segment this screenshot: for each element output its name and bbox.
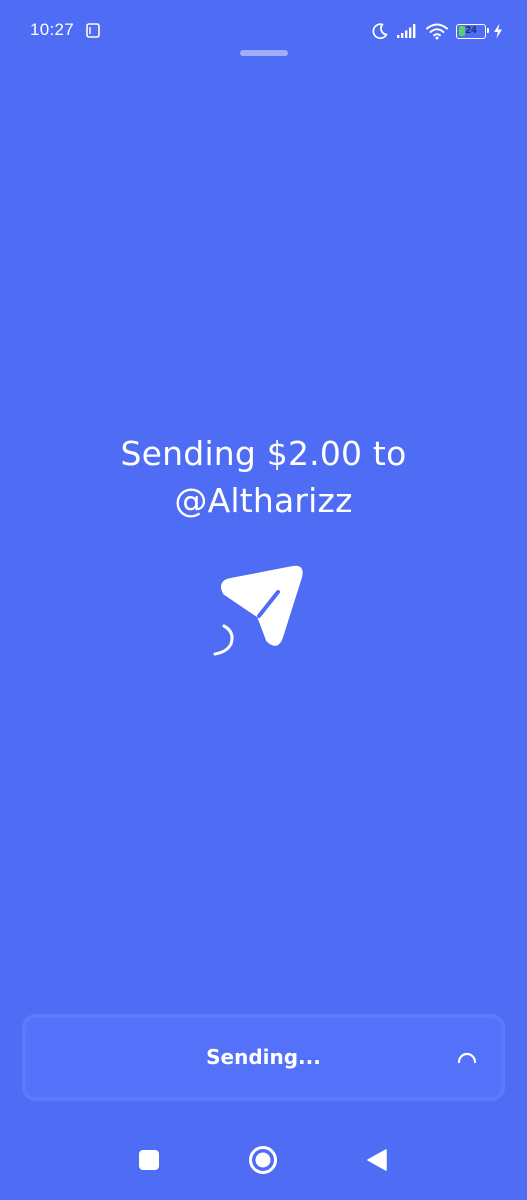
- back-icon[interactable]: [365, 1148, 389, 1172]
- status-time: 10:27: [30, 20, 75, 39]
- paper-plane-icon: [213, 565, 303, 656]
- sending-headline: Sending $2.00 to @Altharizz: [0, 430, 527, 524]
- wifi-icon: [426, 23, 448, 40]
- loading-spinner-icon: [457, 1052, 477, 1064]
- signal-icon: [397, 24, 416, 38]
- headline-line-amount: Sending $2.00 to: [120, 434, 407, 473]
- recent-apps-icon[interactable]: [139, 1150, 159, 1170]
- battery-nub: [487, 28, 489, 33]
- battery-icon: 24: [456, 23, 489, 39]
- sheet-drag-handle[interactable]: [240, 50, 288, 56]
- status-icons: 24: [371, 20, 503, 42]
- battery-level: 24: [465, 24, 477, 36]
- home-icon[interactable]: [248, 1145, 278, 1175]
- headline-line-recipient: @Altharizz: [174, 481, 353, 520]
- charging-bolt-icon: [494, 23, 502, 39]
- sending-status-button[interactable]: Sending...: [22, 1014, 505, 1101]
- moon-icon: [372, 23, 388, 39]
- sending-status-label: Sending...: [206, 1045, 321, 1069]
- system-nav-bar: [0, 1130, 527, 1190]
- notification-card-icon: [86, 23, 100, 38]
